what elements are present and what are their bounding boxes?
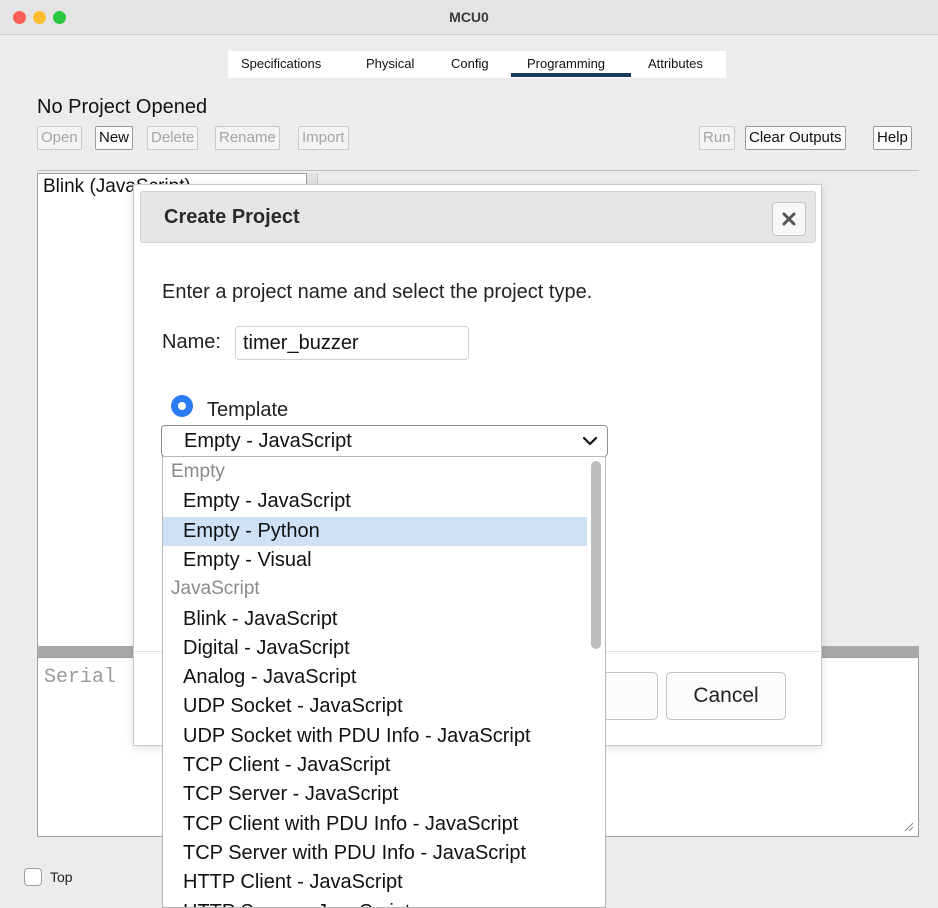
dropdown-option[interactable]: UDP Socket - JavaScript xyxy=(163,692,587,721)
dropdown-row-text: Empty - Visual xyxy=(183,548,312,571)
cancel-button[interactable]: Cancel xyxy=(666,672,786,720)
chevron-down-icon xyxy=(582,436,598,446)
dropdown-row-text: UDP Socket with PDU Info - JavaScript xyxy=(183,724,531,747)
dropdown-option[interactable]: HTTP Server - JavaScript xyxy=(163,898,587,908)
top-checkbox[interactable] xyxy=(24,868,42,886)
dropdown-row-text: UDP Socket - JavaScript xyxy=(183,695,403,718)
toolbar-divider xyxy=(37,170,919,171)
dropdown-row-text: HTTP Server - JavaScript xyxy=(183,901,410,908)
dropdown-option[interactable]: TCP Server with PDU Info - JavaScript xyxy=(163,839,587,868)
dropdown-scrollbar[interactable] xyxy=(591,461,601,649)
template-dropdown-list[interactable]: Empty Empty - JavaScript Empty - Python Emp… xyxy=(162,456,606,908)
dropdown-option[interactable]: Blink - JavaScript xyxy=(163,605,587,634)
dropdown-option[interactable]: Empty - Visual xyxy=(163,546,587,575)
dropdown-row-text: Empty - Python xyxy=(183,519,320,542)
dropdown-row-text: TCP Server - JavaScript xyxy=(183,783,399,806)
help-button[interactable]: Help xyxy=(873,126,912,150)
dropdown-option[interactable]: TCP Client with PDU Info - JavaScript xyxy=(163,810,587,839)
active-tab-indicator xyxy=(511,73,631,77)
dropdown-row-text: TCP Server with PDU Info - JavaScript xyxy=(183,841,527,864)
clear-outputs-button[interactable]: Clear Outputs xyxy=(745,126,846,150)
import-button[interactable]: Import xyxy=(298,126,349,150)
name-label: Name: xyxy=(162,331,221,353)
open-button[interactable]: Open xyxy=(37,126,82,150)
serial-placeholder: Serial xyxy=(44,666,117,689)
template-select[interactable]: Empty - JavaScript xyxy=(161,425,608,457)
project-status: No Project Opened xyxy=(37,96,208,118)
delete-button[interactable]: Delete xyxy=(147,126,199,150)
dropdown-row-text: TCP Client with PDU Info - JavaScript xyxy=(183,812,519,835)
dropdown-row-text: JavaScript xyxy=(171,578,260,600)
template-radio-label: Template xyxy=(207,399,289,421)
dropdown-row-text: Blink - JavaScript xyxy=(183,607,338,630)
close-icon xyxy=(782,212,796,226)
radio-dot xyxy=(178,402,186,410)
dialog-header: Create Project xyxy=(140,191,816,243)
project-name-input[interactable] xyxy=(235,326,469,360)
dropdown-option[interactable]: Digital - JavaScript xyxy=(163,634,587,663)
dropdown-group-label: JavaScript xyxy=(163,575,587,604)
template-radio[interactable] xyxy=(171,395,193,417)
dropdown-option[interactable]: TCP Server - JavaScript xyxy=(163,780,587,809)
tab-programming[interactable]: Programming xyxy=(527,56,605,71)
dropdown-option[interactable]: Empty - JavaScript xyxy=(163,487,587,516)
new-button[interactable]: New xyxy=(95,126,134,150)
dropdown-group-label: Empty xyxy=(163,458,587,487)
dropdown-option[interactable]: Analog - JavaScript xyxy=(163,663,587,692)
resize-grip-icon[interactable] xyxy=(904,822,914,832)
dropdown-option[interactable]: TCP Client - JavaScript xyxy=(163,751,587,780)
dropdown-row-text: Digital - JavaScript xyxy=(183,636,350,659)
dropdown-row-text: Empty xyxy=(171,461,225,482)
dropdown-row-text: HTTP Client - JavaScript xyxy=(183,871,403,894)
rename-button[interactable]: Rename xyxy=(215,126,280,150)
tab-specifications[interactable]: Specifications xyxy=(241,56,321,71)
top-checkbox-label: Top xyxy=(50,869,73,885)
dropdown-option[interactable]: Empty - Python xyxy=(163,516,587,546)
tab-bar: Specifications Physical Config Programmi… xyxy=(228,51,726,78)
tab-physical[interactable]: Physical xyxy=(366,56,414,71)
dropdown-row-text: Analog - JavaScript xyxy=(183,666,357,689)
dropdown-option[interactable]: UDP Socket with PDU Info - JavaScript xyxy=(163,722,587,751)
dialog-title: Create Project xyxy=(164,206,300,228)
dialog-close-button[interactable] xyxy=(772,202,806,236)
window-title: MCU0 xyxy=(449,9,489,25)
dialog-instruction: Enter a project name and select the proj… xyxy=(162,281,593,303)
template-select-value: Empty - JavaScript xyxy=(184,430,352,452)
tab-config[interactable]: Config xyxy=(451,56,489,71)
dropdown-row-text: TCP Client - JavaScript xyxy=(183,754,391,776)
run-button[interactable]: Run xyxy=(699,126,735,150)
dropdown-option[interactable]: HTTP Client - JavaScript xyxy=(163,868,587,897)
tab-attributes[interactable]: Attributes xyxy=(648,56,703,71)
dropdown-row-text: Empty - JavaScript xyxy=(183,490,351,513)
title-bar: MCU0 xyxy=(0,0,938,35)
